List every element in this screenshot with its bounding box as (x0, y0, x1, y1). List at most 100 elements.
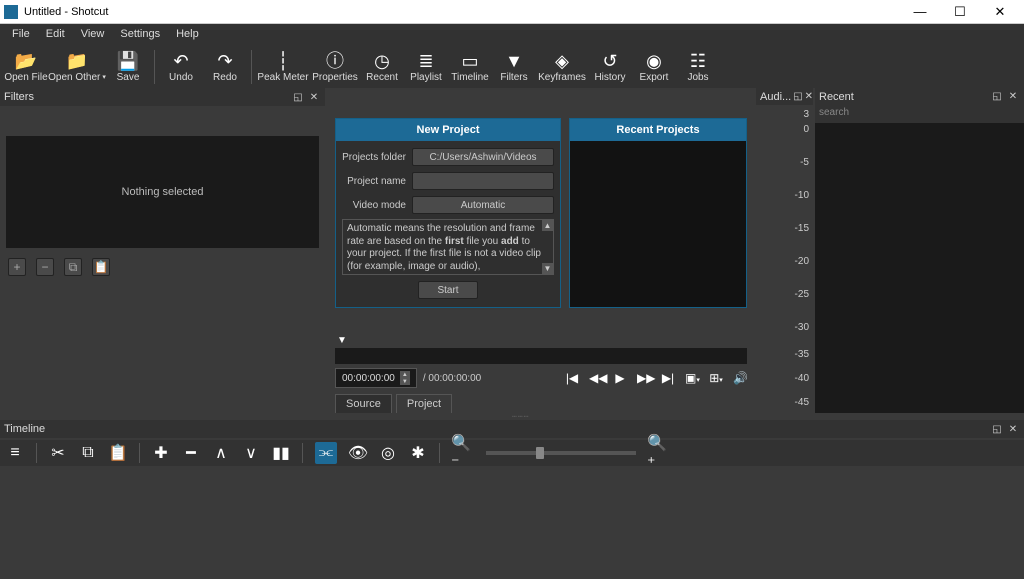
open-other-button[interactable]: 📁 Open Other▾ (48, 46, 106, 88)
export-button[interactable]: ◉ Export (632, 46, 676, 88)
timeline-toolbar: ≡ ✂ ⧉ 📋 ✚ ━ ∧ ∨ ▮▮ ⫘ 👁 ◎ ✱ 🔍⁻ 🔍⁺ (0, 440, 1024, 466)
lift-button[interactable]: ∧ (212, 444, 230, 462)
history-icon: ↺ (602, 52, 617, 70)
forward-button[interactable]: ▶▶ (637, 371, 651, 385)
menu-view[interactable]: View (73, 26, 113, 42)
filters-button[interactable]: ▼ Filters (492, 46, 536, 88)
meter-tick: -25 (756, 289, 809, 300)
redo-button[interactable]: ↷ Redo (203, 46, 247, 88)
recent-list[interactable] (815, 123, 1024, 413)
snap-button[interactable]: ⫘ (315, 442, 337, 464)
filters-header: Filters ◱ ✕ (0, 88, 325, 106)
timeline-button[interactable]: ▭ Timeline (448, 46, 492, 88)
scroll-down-button[interactable]: ▼ (542, 263, 553, 274)
playlist-button[interactable]: ≣ Playlist (404, 46, 448, 88)
menu-edit[interactable]: Edit (38, 26, 73, 42)
remove-filter-button[interactable]: − (36, 258, 54, 276)
panel-popout-icon[interactable]: ◱ (793, 90, 802, 104)
video-mode-label: Video mode (342, 200, 412, 211)
maximize-button[interactable]: ☐ (940, 0, 980, 24)
project-name-input[interactable] (412, 172, 554, 190)
filters-placeholder: Nothing selected (122, 186, 204, 198)
history-button[interactable]: ↺ History (588, 46, 632, 88)
volume-button[interactable]: 🔊 (733, 371, 747, 385)
timeline-icon: ▭ (461, 52, 478, 70)
split-button[interactable]: ▮▮ (272, 444, 290, 462)
recent-projects-box: Recent Projects (569, 118, 747, 308)
panel-close-icon[interactable]: ✕ (1006, 90, 1020, 104)
scrub-track[interactable] (335, 348, 747, 364)
funnel-icon: ▼ (505, 52, 523, 70)
open-file-button[interactable]: 📂 Open File (4, 46, 48, 88)
peak-meter-button[interactable]: ┆ Peak Meter (256, 46, 310, 88)
menu-help[interactable]: Help (168, 26, 207, 42)
panel-close-icon[interactable]: ✕ (1006, 422, 1020, 436)
tc-down-button[interactable]: ▼ (400, 378, 410, 385)
titlebar: Untitled - Shotcut — ☐ ✕ (0, 0, 1024, 24)
timecode-display[interactable]: 00:00:00:00 ▲ ▼ (335, 368, 417, 388)
video-mode-select[interactable]: Automatic (412, 196, 554, 214)
info-icon: ⓘ (326, 52, 344, 70)
rewind-button[interactable]: ◀◀ (589, 371, 603, 385)
tab-project[interactable]: Project (396, 394, 452, 413)
skip-start-button[interactable]: |◀ (565, 371, 579, 385)
tab-source[interactable]: Source (335, 394, 392, 413)
transport-bar: 00:00:00:00 ▲ ▼ / 00:00:00:00 |◀ ◀◀ ▶ ▶▶… (335, 368, 747, 388)
zoom-out-button[interactable]: 🔍⁻ (452, 444, 470, 462)
scrub-audio-button[interactable]: 👁 (349, 444, 367, 462)
copy-filter-button[interactable]: ⧉ (64, 258, 82, 276)
panel-popout-icon[interactable]: ◱ (291, 90, 305, 104)
append-button[interactable]: ✚ (152, 444, 170, 462)
jobs-button[interactable]: ☷ Jobs (676, 46, 720, 88)
start-button[interactable]: Start (418, 281, 478, 299)
disc-icon: ◉ (646, 52, 662, 70)
skip-end-button[interactable]: ▶| (661, 371, 675, 385)
recent-button[interactable]: ◷ Recent (360, 46, 404, 88)
paste-filter-button[interactable]: 📋 (92, 258, 110, 276)
audio-meter-header: Audi... ◱ ✕ (756, 88, 813, 105)
panel-popout-icon[interactable]: ◱ (990, 90, 1004, 104)
playhead-marker-icon[interactable]: ▼ (337, 335, 747, 346)
meter-icon: ┆ (278, 52, 289, 70)
scroll-up-button[interactable]: ▲ (542, 220, 553, 231)
paste-button[interactable]: 📋 (109, 444, 127, 462)
player-tabs: Source Project (335, 394, 452, 413)
properties-button[interactable]: ⓘ Properties (310, 46, 360, 88)
close-button[interactable]: ✕ (980, 0, 1020, 24)
remove-button[interactable]: ━ (182, 444, 200, 462)
toolbar-separator (154, 50, 155, 84)
tc-up-button[interactable]: ▲ (400, 371, 410, 378)
overwrite-button[interactable]: ∨ (242, 444, 260, 462)
play-button[interactable]: ▶ (613, 371, 627, 385)
menu-file[interactable]: File (4, 26, 38, 42)
save-icon: 💾 (117, 52, 139, 70)
add-filter-button[interactable]: + (8, 258, 26, 276)
recent-search-input[interactable]: search (815, 105, 1024, 123)
ripple-all-button[interactable]: ✱ (409, 444, 427, 462)
save-button[interactable]: 💾 Save (106, 46, 150, 88)
meter-tick: -45 (756, 397, 809, 408)
toolbar-separator (302, 443, 303, 463)
keyframes-button[interactable]: ◈ Keyframes (536, 46, 588, 88)
projects-folder-button[interactable]: C:/Users/Ashwin/Videos (412, 148, 554, 166)
panel-popout-icon[interactable]: ◱ (990, 422, 1004, 436)
undo-button[interactable]: ↶ Undo (159, 46, 203, 88)
timeline-menu-button[interactable]: ≡ (6, 444, 24, 462)
copy-button[interactable]: ⧉ (79, 444, 97, 462)
zoom-slider-thumb[interactable] (536, 447, 544, 459)
grid-button[interactable]: ⊞▾ (709, 371, 723, 385)
toolbar-separator (251, 50, 252, 84)
meter-tick: -15 (756, 223, 809, 234)
panel-close-icon[interactable]: ✕ (307, 90, 321, 104)
menu-settings[interactable]: Settings (112, 26, 168, 42)
cut-button[interactable]: ✂ (49, 444, 67, 462)
zoom-in-button[interactable]: 🔍⁺ (648, 444, 666, 462)
panel-close-icon[interactable]: ✕ (805, 90, 813, 104)
recent-projects-list[interactable] (570, 141, 746, 307)
zoom-fit-button[interactable]: ▣▾ (685, 371, 699, 385)
minimize-button[interactable]: — (900, 0, 940, 24)
ripple-button[interactable]: ◎ (379, 444, 397, 462)
timeline-tracks[interactable] (0, 466, 1024, 578)
zoom-slider[interactable] (486, 451, 636, 455)
timecode-total: / 00:00:00:00 (423, 373, 481, 384)
